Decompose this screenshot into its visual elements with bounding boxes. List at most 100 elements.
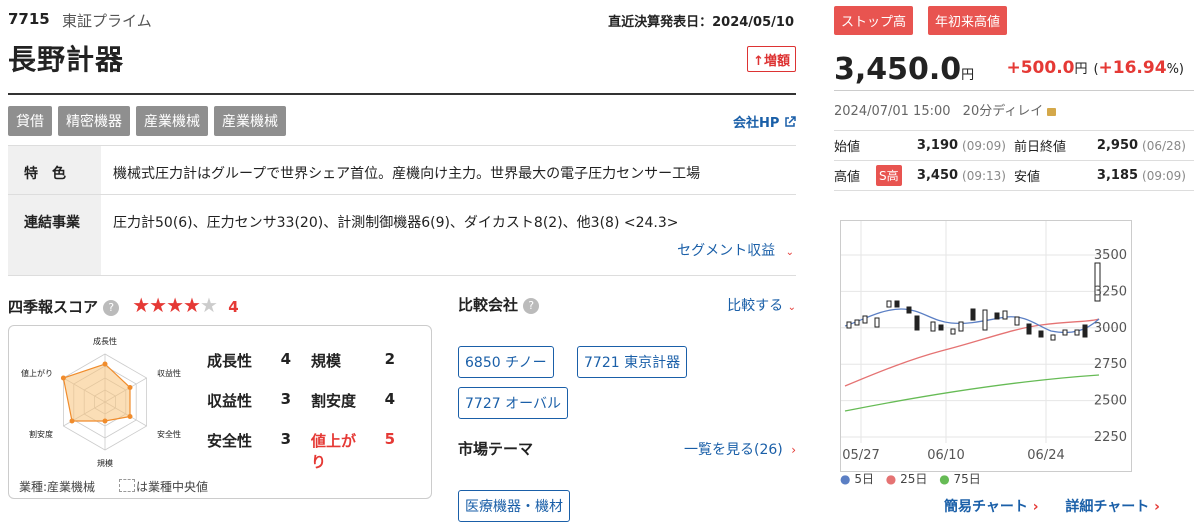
change-value: +500.0 [1006,58,1075,78]
quote-panel: ストップ高 年初来高値 3,450.0円 +500.0円 (+16.94%) 2… [826,0,1200,527]
high-time: (09:13) [962,168,1006,183]
score-name: 安全性 [207,432,253,450]
renketsu-text: 圧力計50(6)、圧力センサ33(20)、計測制御機器6(9)、ダイカスト8(2… [113,215,679,231]
detail-chart-link[interactable]: 詳細チャート › [1065,499,1160,515]
score-title: 四季報スコア [8,298,99,316]
x-tick-label: 06/10 [927,448,964,463]
tag[interactable]: 産業機械 [136,106,208,136]
tag-list: 貸借 精密機器 産業機械 産業機械 [8,106,286,136]
y-tick-label: 3000 [1094,321,1127,336]
theme-list-link[interactable]: 一覧を見る(26) › [684,439,796,459]
compare-header: 比較会社 ? [458,294,540,315]
compare-company-chip[interactable]: 7727 オーバル [458,387,568,419]
legend-ma25: 25日 [900,472,928,486]
score-name: 成長性 [207,352,253,370]
score-grid: 成長性 4 規模 2 収益性 3 割安度 4 安全性 3 値上がり 5 [207,350,415,471]
score-header: 四季報スコア ? ★★★★★ 4 [8,293,239,317]
price-divider [834,90,1194,91]
ma75-line [844,374,1100,412]
timestamp-value: 2024/07/01 15:00 [834,104,951,119]
info-row-renketsu: 連結事業 圧力計50(6)、圧力センサ33(20)、計測制御機器6(9)、ダイカ… [8,195,796,276]
open-time: (09:09) [962,138,1006,153]
simple-chart-link[interactable]: 簡易チャート › [944,499,1043,515]
zougaku-badge: ↑増額 [747,46,796,72]
detail-chart-label: 詳細チャート [1065,499,1150,515]
chart-canvas: 3500 3250 3000 2750 2500 2250 05/27 06/10 06/24 [841,221,1127,463]
compare-company-chip[interactable]: 6850 チノー [458,346,554,378]
high-label: 高値 [834,170,861,185]
score-name: 割安度 [311,392,357,410]
high-cell: 高値 S高 3,450 (09:13) [834,165,1014,186]
company-panel: 7715 東証プライム 直近決算発表日：2024/05/10 長野計器 ↑増額 … [0,0,810,527]
chevron-right-icon: › [791,443,796,457]
prev-close-label: 前日終値 [1014,140,1067,155]
x-tick-label: 05/27 [842,448,879,463]
tag[interactable]: 精密機器 [58,106,130,136]
y-tick-label: 2750 [1094,357,1127,372]
candles [846,262,1101,341]
theme-link-label: 一覧を見る(26) [683,442,783,458]
y-tick-label: 2250 [1094,430,1127,445]
score-name: 規模 [311,352,342,370]
tokushoku-text: 機械式圧力計はグループで世界シェア首位。産機向け主力。世界最大の電子圧力センサー… [113,166,701,182]
low-label: 安値 [1014,170,1041,185]
ma25-line [844,318,1100,387]
compare-title: 比較会社 [458,296,519,314]
chart-links: 簡易チャート › 詳細チャート › [944,496,1160,516]
open-cell: 始値 3,190 (09:09) [834,136,1014,155]
price-change: +500.0円 (+16.94%) [1006,58,1184,78]
radar-label: 規模 [97,459,113,468]
score-row: 成長性 4 規模 2 [207,350,415,390]
prev-close-cell: 前日終値 2,950 (06/28) [1014,136,1194,155]
change-pct: +16.94 [1098,58,1167,78]
segment-link[interactable]: セグメント収益 ⌄ [677,240,794,260]
tag[interactable]: 産業機械 [214,106,286,136]
star-icon: ★ [132,293,150,317]
header-divider [8,93,796,95]
open-value: 3,190 [916,138,959,153]
ytd-high-badge: 年初来高値 [928,6,1008,35]
open-label: 始値 [834,140,861,155]
radar-label: 割安度 [29,430,53,439]
ohlc-row: 始値 3,190 (09:09) 前日終値 2,950 (06/28) [834,131,1194,161]
star-icon: ★ [149,293,167,317]
help-icon[interactable]: ? [523,298,540,314]
company-hp-link[interactable]: 会社HP [733,112,796,131]
price-value: 3,450.0 [834,52,962,87]
star-icon: ★ [183,293,201,317]
star-icon: ★ [166,293,184,317]
score-val: 5 [384,430,395,448]
score-val: 2 [384,350,395,368]
y-tick-label: 3500 [1094,248,1127,263]
score-box: 成長性 収益性 安全性 規模 割安度 値上がり 成長性 4 規模 2 収益性 3… [8,325,432,499]
compare-link[interactable]: 比較する ⌄ [727,295,796,315]
prev-close-value: 2,950 [1096,138,1139,153]
change-pct-unit: % [1166,62,1179,77]
score-name: 収益性 [207,392,253,410]
ohlc-row: 高値 S高 3,450 (09:13) 安値 3,185 (09:09) [834,161,1194,191]
radar-label: 値上がり [21,369,53,378]
score-val: 3 [280,390,291,408]
y-tick-label: 3250 [1094,284,1127,299]
market-name: 東証プライム [62,12,152,30]
tag[interactable]: 貸借 [8,106,52,136]
renketsu-label: 連結事業 [8,195,101,275]
stop-high-mini-badge: S高 [876,165,902,186]
theme-title: 市場テーマ [458,440,534,458]
price-chart[interactable]: 3500 3250 3000 2750 2500 2250 05/27 06/10 06/24 [840,220,1132,472]
delay-label: 20分ディレイ [962,104,1044,119]
radar-label: 安全性 [157,430,181,439]
chevron-right-icon: › [1032,499,1039,515]
compare-company-chip[interactable]: 7721 東京計器 [577,346,688,378]
score-val: 3 [280,430,291,448]
external-link-icon [784,116,796,131]
paren-close: ) [1178,62,1184,77]
stop-high-badge: ストップ高 [834,6,914,35]
score-name: 値上がり [311,432,357,471]
y-tick-label: 2500 [1094,394,1127,409]
score-row: 安全性 3 値上がり 5 [207,430,415,471]
help-icon[interactable]: ? [103,300,120,316]
legend-median: は業種中央値 [136,480,209,494]
theme-chip[interactable]: 医療機器・機材 [458,490,570,522]
score-value: 4 [228,298,239,316]
